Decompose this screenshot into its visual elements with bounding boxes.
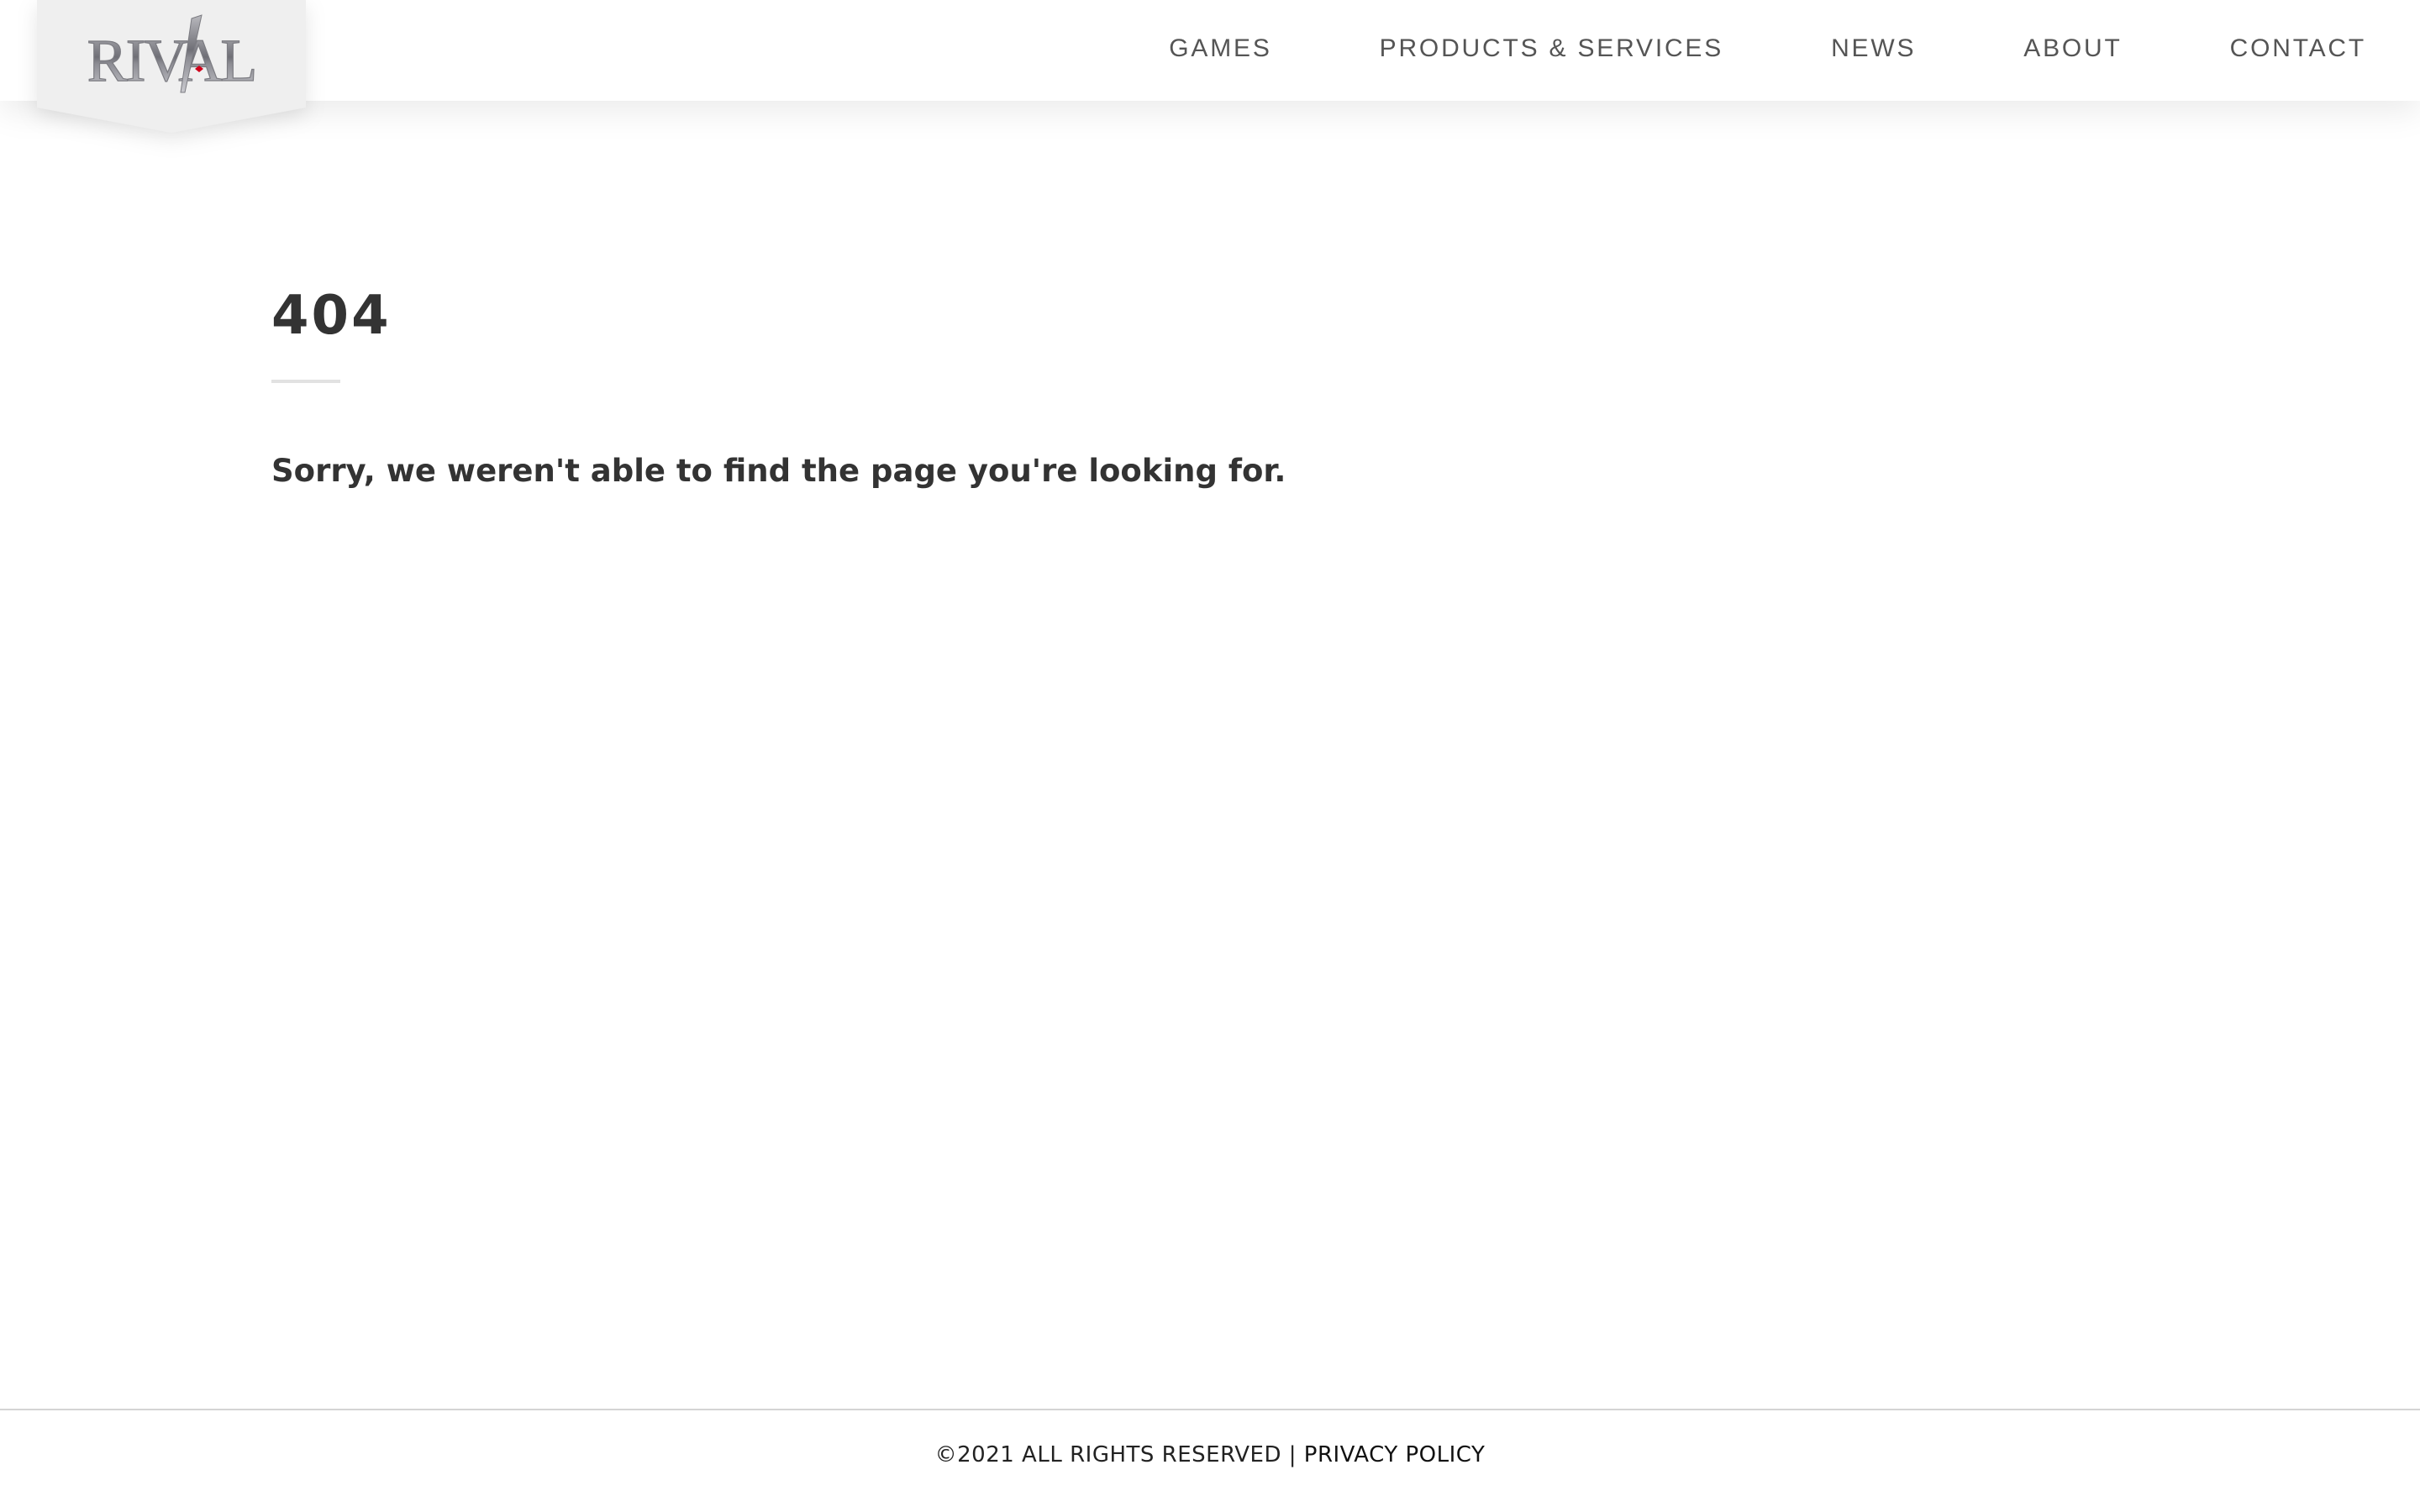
footer-text: ©2021 ALL RIGHTS RESERVED | PRIVACY POLI…: [0, 1442, 2420, 1467]
nav-item-games[interactable]: GAMES: [1169, 34, 1271, 63]
main-content: 404 Sorry, we weren't able to find the p…: [271, 277, 2120, 492]
title-divider: [271, 380, 340, 383]
error-message: Sorry, we weren't able to find the page …: [271, 453, 1286, 489]
error-code: 404: [271, 285, 392, 347]
nav-item-about[interactable]: ABOUT: [2023, 34, 2122, 63]
copyright-text: ©2021 ALL RIGHTS RESERVED: [934, 1442, 1281, 1467]
footer-separator: |: [1288, 1442, 1297, 1467]
rival-logo: RIVAL: [37, 0, 306, 133]
main-nav: GAMES PRODUCTS & SERVICES NEWS ABOUT CON…: [1169, 0, 2420, 97]
nav-item-products-services[interactable]: PRODUCTS & SERVICES: [1380, 34, 1723, 63]
nav-item-contact[interactable]: CONTACT: [2230, 34, 2366, 63]
privacy-policy-link[interactable]: PRIVACY POLICY: [1304, 1442, 1486, 1467]
nav-item-news[interactable]: NEWS: [1831, 34, 1916, 63]
page: GAMES PRODUCTS & SERVICES NEWS ABOUT CON…: [0, 0, 2420, 1512]
svg-text:RIVAL: RIVAL: [87, 27, 256, 94]
logo-link[interactable]: RIVAL: [37, 0, 306, 133]
site-header: GAMES PRODUCTS & SERVICES NEWS ABOUT CON…: [0, 0, 2420, 101]
site-footer: ©2021 ALL RIGHTS RESERVED | PRIVACY POLI…: [0, 1409, 2420, 1512]
